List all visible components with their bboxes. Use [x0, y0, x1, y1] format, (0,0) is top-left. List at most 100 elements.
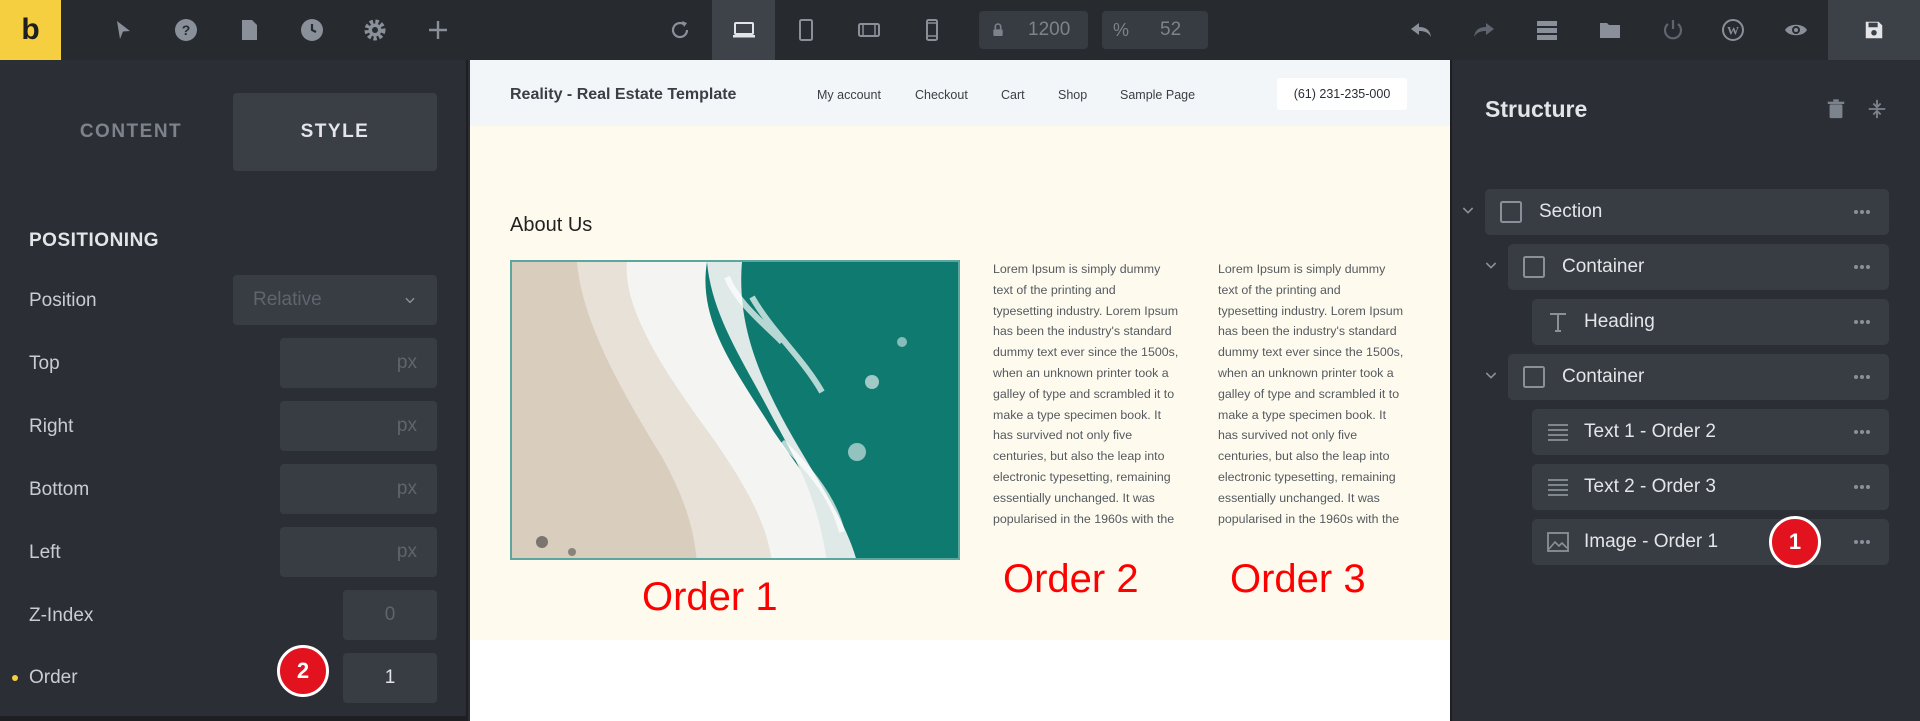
- lock-icon[interactable]: [979, 11, 1017, 49]
- more-options-icon[interactable]: [1853, 209, 1871, 215]
- collapse-all-icon[interactable]: [1866, 98, 1888, 120]
- left-input[interactable]: px: [280, 527, 437, 577]
- cursor-icon[interactable]: [95, 0, 151, 60]
- zoom-value[interactable]: 52: [1160, 11, 1181, 49]
- more-options-icon[interactable]: [1853, 319, 1871, 325]
- heading-icon: [1550, 313, 1566, 332]
- tree-item-container[interactable]: Container: [1508, 244, 1889, 290]
- zindex-input[interactable]: 0: [343, 590, 437, 640]
- text-line: popularised in the 1960s with the: [993, 511, 1175, 526]
- tree-item-text-1[interactable]: Text 1 - Order 2: [1532, 409, 1889, 455]
- text-line: make a type specimen book. It: [1218, 407, 1387, 422]
- text-line: text of the printing and: [993, 282, 1116, 297]
- history-icon[interactable]: [284, 0, 340, 60]
- tree-item-label: Text 2 - Order 3: [1584, 476, 1716, 497]
- chevron-down-icon[interactable]: [1483, 257, 1499, 273]
- text-line: essentially unchanged. It was: [1218, 490, 1380, 505]
- tree-item-label: Heading: [1584, 311, 1655, 332]
- order-label: Order: [29, 667, 78, 688]
- save-icon: [1865, 21, 1883, 39]
- builder-logo[interactable]: b: [0, 0, 61, 60]
- nav-shop[interactable]: Shop: [1058, 88, 1087, 102]
- reload-icon[interactable]: [652, 0, 708, 60]
- text-block-order-3[interactable]: Lorem Ipsum is simply dummy text of the …: [1218, 259, 1414, 529]
- top-input[interactable]: px: [280, 338, 437, 388]
- tree-item-image[interactable]: Image - Order 1: [1532, 519, 1889, 565]
- save-button[interactable]: [1828, 0, 1920, 60]
- page-icon[interactable]: [221, 0, 277, 60]
- nav-sample-page[interactable]: Sample Page: [1120, 88, 1195, 102]
- more-options-icon[interactable]: [1853, 264, 1871, 270]
- right-input[interactable]: px: [280, 401, 437, 451]
- site-title[interactable]: Reality - Real Estate Template: [510, 86, 736, 104]
- nav-cart[interactable]: Cart: [1001, 88, 1025, 102]
- tablet-landscape-icon[interactable]: [841, 0, 897, 60]
- zoom-control[interactable]: % 52: [1102, 11, 1208, 49]
- chevron-down-icon[interactable]: [1460, 202, 1476, 218]
- tree-item-section[interactable]: Section: [1485, 189, 1889, 235]
- trash-icon[interactable]: [1825, 98, 1847, 120]
- redo-icon[interactable]: [1456, 0, 1512, 60]
- canvas-width-control[interactable]: 1200: [979, 11, 1088, 49]
- layers-icon[interactable]: [1519, 0, 1575, 60]
- tree-item-container[interactable]: Container: [1508, 354, 1889, 400]
- preview-eye-icon[interactable]: [1768, 0, 1824, 60]
- square-icon: [1523, 256, 1545, 278]
- undo-icon[interactable]: [1393, 0, 1449, 60]
- settings-panel: CONTENT STYLE POSITIONING Position Relat…: [0, 60, 468, 721]
- square-icon: [1500, 201, 1522, 223]
- tab-content[interactable]: CONTENT: [29, 93, 233, 171]
- text-block-order-2[interactable]: Lorem Ipsum is simply dummy text of the …: [993, 259, 1189, 529]
- tree-item-label: Container: [1562, 256, 1645, 277]
- text-line: make a type specimen book. It: [993, 407, 1162, 422]
- beach-aerial-image[interactable]: [510, 260, 960, 560]
- more-options-icon[interactable]: [1853, 429, 1871, 435]
- percent-label: %: [1112, 19, 1129, 40]
- phone-button[interactable]: (61) 231-235-000: [1277, 78, 1407, 110]
- callout-badge-2: 2: [277, 645, 329, 697]
- mobile-view-icon[interactable]: [904, 0, 960, 60]
- callout-badge-1: 1: [1769, 516, 1821, 568]
- more-options-icon[interactable]: [1853, 484, 1871, 490]
- image-icon: [1547, 532, 1569, 552]
- order-1-annotation: Order 1: [642, 575, 778, 619]
- text-line: has survived not only five: [1218, 428, 1358, 443]
- wordpress-icon[interactable]: W: [1705, 0, 1761, 60]
- tree-item-heading[interactable]: Heading: [1532, 299, 1889, 345]
- tree-item-text-2[interactable]: Text 2 - Order 3: [1532, 464, 1889, 510]
- desktop-view-icon[interactable]: [712, 0, 775, 60]
- structure-title: Structure: [1485, 96, 1588, 122]
- position-select[interactable]: Relative: [233, 275, 437, 325]
- nav-my-account[interactable]: My account: [817, 88, 881, 102]
- position-label: Position: [29, 290, 97, 311]
- svg-text:?: ?: [182, 22, 191, 38]
- more-options-icon[interactable]: [1853, 374, 1871, 380]
- chevron-down-icon[interactable]: [1483, 367, 1499, 383]
- text-line: galley of type and scrambled it to: [993, 386, 1175, 401]
- structure-panel: Structure Section Container Heading Cont…: [1450, 60, 1920, 721]
- tab-style[interactable]: STYLE: [233, 93, 437, 171]
- text-line: when an unknown printer took a: [993, 365, 1169, 380]
- preview-canvas[interactable]: Reality - Real Estate Template My accoun…: [470, 60, 1450, 721]
- folder-icon[interactable]: [1582, 0, 1638, 60]
- bottom-input[interactable]: px: [280, 464, 437, 514]
- panel-divider: [0, 716, 468, 721]
- more-options-icon[interactable]: [1853, 539, 1871, 545]
- nav-checkout[interactable]: Checkout: [915, 88, 968, 102]
- site-header: Reality - Real Estate Template My accoun…: [470, 60, 1450, 126]
- canvas-width-value[interactable]: 1200: [1028, 11, 1070, 49]
- tablet-portrait-icon[interactable]: [778, 0, 834, 60]
- settings-gear-icon[interactable]: [347, 0, 403, 60]
- text-line: popularised in the 1960s with the: [1218, 511, 1400, 526]
- text-line: centuries, but also the leap into: [993, 449, 1165, 464]
- order-input[interactable]: 1: [343, 653, 437, 703]
- about-heading[interactable]: About Us: [510, 214, 592, 237]
- left-label: Left: [29, 542, 61, 563]
- top-toolbar: b ? 1200 % 52 W: [0, 0, 1920, 60]
- tree-item-label: Container: [1562, 366, 1645, 387]
- power-icon[interactable]: [1645, 0, 1701, 60]
- help-icon[interactable]: ?: [158, 0, 214, 60]
- text-line: when an unknown printer took a: [1218, 365, 1394, 380]
- order-2-annotation: Order 2: [1003, 557, 1139, 601]
- add-icon[interactable]: [410, 0, 466, 60]
